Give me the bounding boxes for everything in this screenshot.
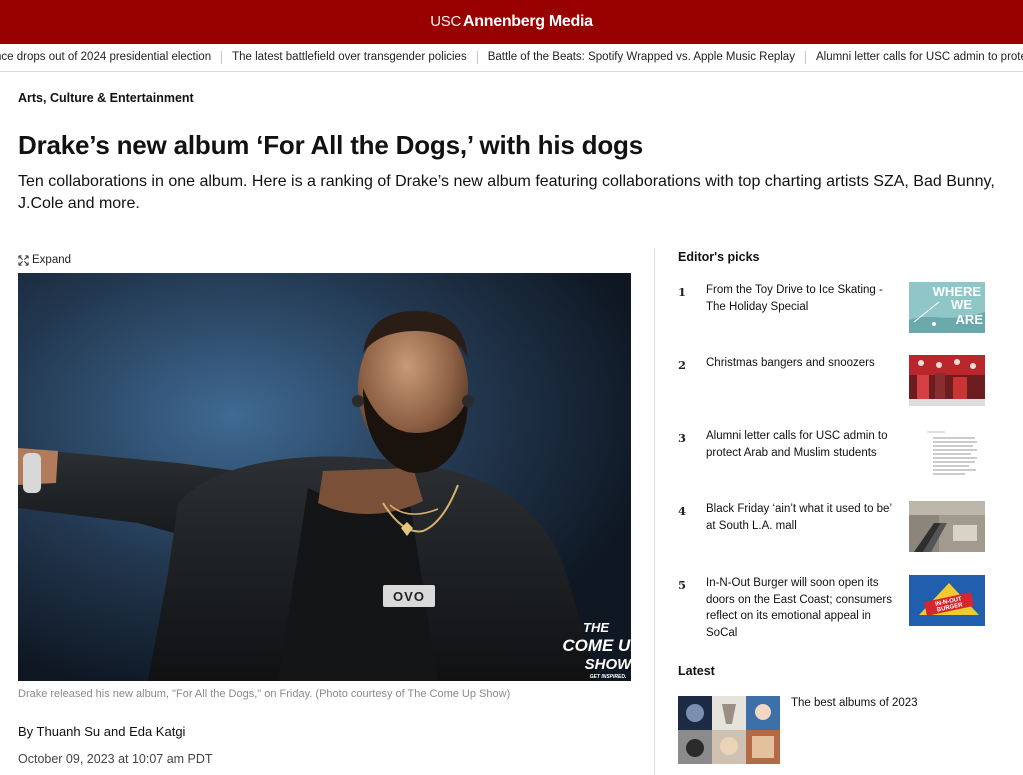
- logo-usc-text: USC: [430, 13, 462, 30]
- site-logo[interactable]: USC Annenberg Media: [430, 13, 593, 31]
- hero-photo[interactable]: OVO THE COME UP SHOW GET INSPIRED.: [18, 273, 631, 681]
- watermark-line: GET INSPIRED.: [590, 674, 627, 680]
- thumb-text: WE: [951, 297, 972, 312]
- ticker-link[interactable]: The latest battlefield over transgender …: [222, 51, 478, 64]
- pick-number: 2: [678, 358, 687, 372]
- expand-button[interactable]: Expand: [18, 254, 71, 266]
- pick-thumbnail: [909, 355, 985, 406]
- section-label[interactable]: Arts, Culture & Entertainment: [18, 91, 194, 105]
- pick-number: 5: [678, 578, 687, 592]
- editors-pick-item[interactable]: 3 Alumni letter calls for USC admin to p…: [678, 428, 988, 488]
- pick-number: 3: [678, 431, 687, 445]
- article-headline: Drake’s new album ‘For All the Dogs,’ wi…: [18, 130, 643, 160]
- watermark-line: THE: [583, 620, 609, 635]
- pick-title: From the Toy Drive to Ice Skating - The …: [706, 284, 883, 313]
- expand-label: Expand: [32, 254, 72, 266]
- pick-number: 4: [678, 504, 687, 518]
- pick-number: 1: [678, 285, 687, 299]
- latest-item-title[interactable]: The best albums of 2023: [791, 697, 918, 709]
- pick-thumbnail: [909, 501, 985, 552]
- ticker-link[interactable]: nce drops out of 2024 presidential elect…: [0, 51, 223, 64]
- pick-title: Black Friday ‘ain’t what it used to be’ …: [706, 503, 892, 532]
- editors-picks-heading: Editor's picks: [678, 250, 760, 264]
- editors-pick-item[interactable]: 4 Black Friday ‘ain’t what it used to be…: [678, 501, 988, 561]
- watermark-line: SHOW: [585, 656, 631, 673]
- editors-pick-item[interactable]: 2 Christmas bangers and snoozers: [678, 355, 988, 415]
- article-dek: Ten collaborations in one album. Here is…: [18, 173, 995, 212]
- site-header: USC Annenberg Media: [0, 0, 1023, 44]
- pick-title: Christmas bangers and snoozers: [706, 357, 875, 369]
- editors-pick-item[interactable]: 1 From the Toy Drive to Ice Skating - Th…: [678, 282, 988, 342]
- ticker-link[interactable]: Battle of the Beats: Spotify Wrapped vs.…: [478, 51, 806, 64]
- photo-caption: Drake released his new album, "For All t…: [18, 688, 511, 700]
- expand-icon: [18, 254, 29, 266]
- ticker-link[interactable]: Alumni letter calls for USC admin to pro…: [806, 51, 1023, 64]
- headline-ticker: nce drops out of 2024 presidential elect…: [0, 44, 1023, 72]
- editors-pick-item[interactable]: 5 In-N-Out Burger will soon open its doo…: [678, 575, 988, 639]
- pick-thumbnail: IN-N-OUT BURGER: [909, 575, 985, 626]
- watermark-line: COME UP: [562, 636, 631, 655]
- latest-heading: Latest: [678, 664, 715, 678]
- article-date: October 09, 2023 at 10:07 am PDT: [18, 752, 213, 766]
- pick-thumbnail: WHERE WE ARE: [909, 282, 985, 333]
- pick-thumbnail: [909, 428, 985, 479]
- thumb-text: ARE: [956, 312, 984, 327]
- shirt-logo: OVO: [393, 589, 425, 604]
- logo-brand-text: Annenberg Media: [463, 13, 593, 30]
- pick-title: In-N-Out Burger will soon open its doors…: [706, 577, 893, 639]
- pick-title: Alumni letter calls for USC admin to pro…: [706, 430, 888, 459]
- latest-thumbnail[interactable]: [678, 696, 780, 764]
- column-divider: [654, 248, 655, 775]
- article-byline: By Thuanh Su and Eda Katgi: [18, 724, 186, 739]
